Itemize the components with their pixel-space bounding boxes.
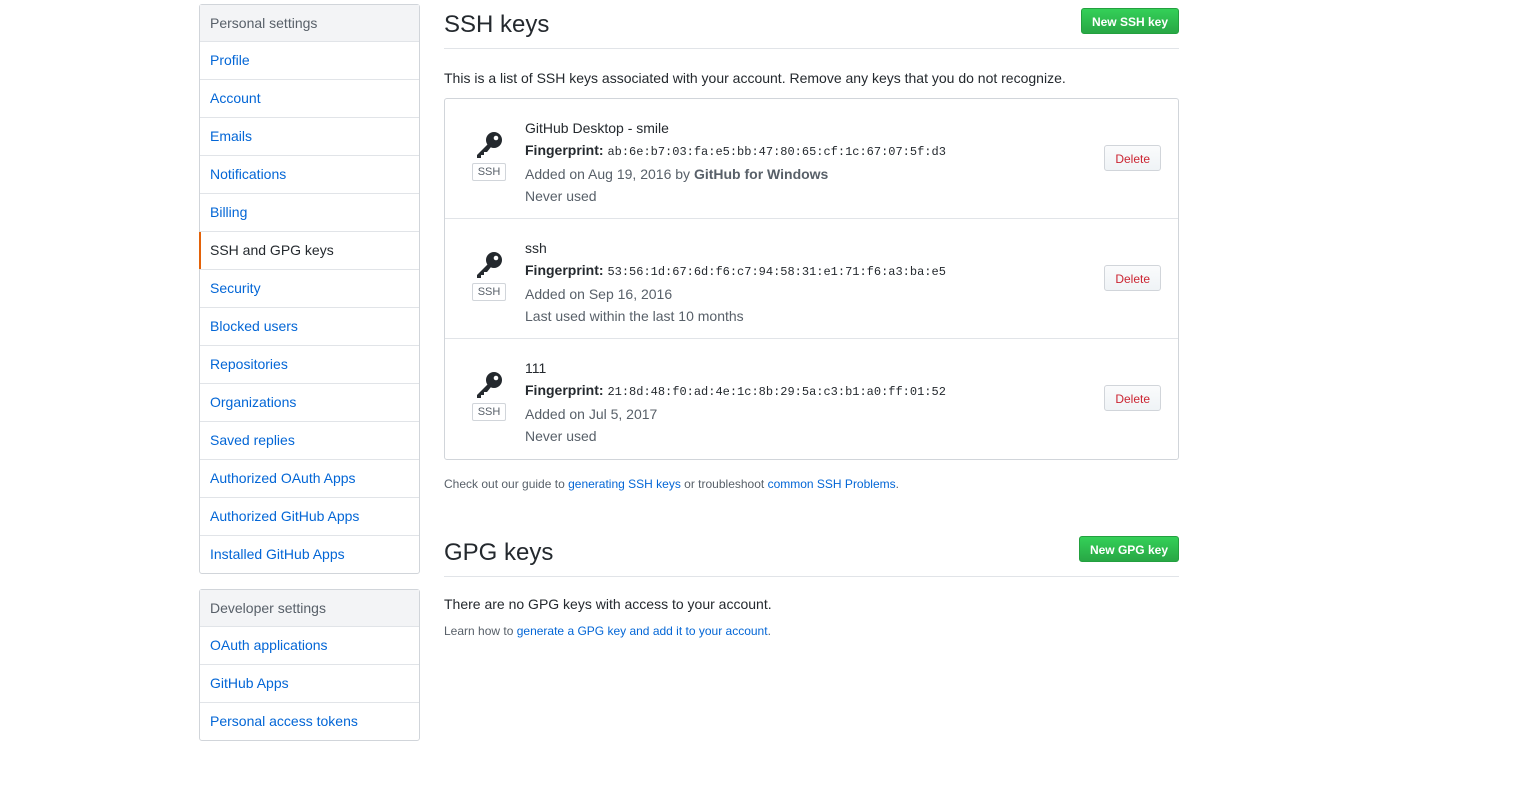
- key-icon: [477, 252, 502, 278]
- sidebar-item-saved-replies[interactable]: Saved replies: [200, 422, 419, 460]
- sidebar-item-ssh-gpg-keys[interactable]: SSH and GPG keys: [199, 232, 419, 270]
- ssh-key-added: Added on Jul 5, 2017: [525, 403, 946, 425]
- ssh-badge: SSH: [471, 283, 507, 301]
- personal-settings-heading: Personal settings: [200, 5, 419, 42]
- gpg-help-suffix: .: [767, 624, 771, 638]
- key-icon-wrap: SSH: [471, 131, 507, 181]
- ssh-keys-intro: This is a list of SSH keys associated wi…: [444, 70, 1066, 86]
- ssh-key-info: 111 Fingerprint: 21:8d:48:f0:ad:4e:1c:8b…: [525, 357, 946, 447]
- key-icon: [477, 372, 502, 398]
- sidebar-item-installed-github-apps[interactable]: Installed GitHub Apps: [200, 536, 419, 573]
- added-by: GitHub for Windows: [693, 166, 829, 182]
- key-icon-wrap: SSH: [471, 251, 507, 301]
- ssh-key-fingerprint: Fingerprint: ab:6e:b7:03:fa:e5:bb:47:80:…: [525, 139, 946, 163]
- ssh-key-title: 111: [525, 360, 547, 376]
- added-date: Added on Jul 5, 2017: [525, 406, 658, 422]
- sidebar-item-emails[interactable]: Emails: [200, 118, 419, 156]
- fingerprint-value: ab:6e:b7:03:fa:e5:bb:47:80:65:cf:1c:67:0…: [607, 145, 946, 159]
- ssh-keys-section: SSH keys New SSH key This is a list of S…: [444, 5, 1179, 491]
- developer-settings-menu: Developer settings OAuth applications Gi…: [199, 589, 420, 741]
- ssh-help-middle: or troubleshoot: [684, 477, 765, 491]
- ssh-key-list: SSH GitHub Desktop - smile Fingerprint: …: [444, 98, 1179, 460]
- delete-ssh-key-button[interactable]: Delete: [1104, 385, 1161, 411]
- sidebar-item-security[interactable]: Security: [200, 270, 419, 308]
- new-ssh-key-button[interactable]: New SSH key: [1080, 8, 1179, 34]
- ssh-key-usage: Never used: [525, 428, 597, 444]
- gpg-keys-section: GPG keys New GPG key There are no GPG ke…: [444, 533, 1179, 650]
- sidebar-item-github-apps[interactable]: GitHub Apps: [200, 665, 419, 703]
- sidebar-item-authorized-github-apps[interactable]: Authorized GitHub Apps: [200, 498, 419, 536]
- sidebar-item-organizations[interactable]: Organizations: [200, 384, 419, 422]
- fingerprint-label: Fingerprint:: [525, 142, 604, 158]
- ssh-help-prefix: Check out our guide to: [444, 477, 565, 491]
- gpg-help-note: Learn how to generate a GPG key and add …: [444, 624, 1179, 638]
- ssh-key-usage: Never used: [525, 188, 597, 204]
- ssh-keys-subhead: SSH keys New SSH key: [444, 5, 1179, 49]
- sidebar-item-repositories[interactable]: Repositories: [200, 346, 419, 384]
- sidebar-item-blocked-users[interactable]: Blocked users: [200, 308, 419, 346]
- gpg-empty-message: There are no GPG keys with access to you…: [444, 596, 772, 612]
- ssh-key-row: SSH ssh Fingerprint: 53:56:1d:67:6d:f6:c…: [445, 219, 1178, 339]
- added-date: Added on Sep 16, 2016: [525, 286, 673, 302]
- ssh-badge: SSH: [471, 163, 507, 181]
- ssh-key-usage: Last used within the last 10 months: [525, 308, 744, 324]
- added-date: Added on Aug 19, 2016 by: [525, 166, 691, 182]
- ssh-key-added: Added on Sep 16, 2016: [525, 283, 946, 305]
- key-icon: [477, 132, 502, 158]
- fingerprint-value: 53:56:1d:67:6d:f6:c7:94:58:31:e1:71:f6:a…: [607, 265, 946, 279]
- ssh-key-row: SSH GitHub Desktop - smile Fingerprint: …: [445, 99, 1178, 219]
- fingerprint-label: Fingerprint:: [525, 262, 604, 278]
- ssh-help-suffix: .: [895, 477, 899, 491]
- ssh-key-info: ssh Fingerprint: 53:56:1d:67:6d:f6:c7:94…: [525, 237, 946, 327]
- generate-gpg-key-link[interactable]: generate a GPG key and add it to your ac…: [517, 624, 768, 638]
- gpg-help-prefix: Learn how to: [444, 624, 514, 638]
- key-icon-wrap: SSH: [471, 371, 507, 421]
- ssh-key-title: GitHub Desktop - smile: [525, 120, 669, 136]
- sidebar-item-account[interactable]: Account: [200, 80, 419, 118]
- generating-ssh-keys-link[interactable]: generating SSH keys: [568, 477, 681, 491]
- gpg-keys-title: GPG keys: [444, 539, 554, 566]
- ssh-key-title: ssh: [525, 240, 547, 256]
- sidebar-item-oauth-applications[interactable]: OAuth applications: [200, 627, 419, 665]
- ssh-help-note: Check out our guide to generating SSH ke…: [444, 477, 1179, 491]
- ssh-keys-title: SSH keys: [444, 11, 550, 38]
- sidebar-item-profile[interactable]: Profile: [200, 42, 419, 80]
- ssh-key-added: Added on Aug 19, 2016 by GitHub for Wind…: [525, 163, 946, 185]
- gpg-keys-subhead: GPG keys New GPG key: [444, 533, 1179, 577]
- sidebar-item-billing[interactable]: Billing: [200, 194, 419, 232]
- fingerprint-value: 21:8d:48:f0:ad:4e:1c:8b:29:5a:c3:b1:a0:f…: [607, 385, 946, 399]
- ssh-key-fingerprint: Fingerprint: 21:8d:48:f0:ad:4e:1c:8b:29:…: [525, 379, 946, 403]
- new-gpg-key-button[interactable]: New GPG key: [1078, 536, 1179, 562]
- sidebar-item-authorized-oauth-apps[interactable]: Authorized OAuth Apps: [200, 460, 419, 498]
- ssh-badge: SSH: [471, 403, 507, 421]
- delete-ssh-key-button[interactable]: Delete: [1104, 145, 1161, 171]
- delete-ssh-key-button[interactable]: Delete: [1104, 265, 1161, 291]
- sidebar-item-personal-access-tokens[interactable]: Personal access tokens: [200, 703, 419, 740]
- personal-settings-menu: Personal settings Profile Account Emails…: [199, 4, 420, 574]
- ssh-key-info: GitHub Desktop - smile Fingerprint: ab:6…: [525, 117, 946, 207]
- ssh-key-fingerprint: Fingerprint: 53:56:1d:67:6d:f6:c7:94:58:…: [525, 259, 946, 283]
- common-ssh-problems-link[interactable]: common SSH Problems: [768, 477, 896, 491]
- developer-settings-heading: Developer settings: [200, 590, 419, 627]
- ssh-key-row: SSH 111 Fingerprint: 21:8d:48:f0:ad:4e:1…: [445, 339, 1178, 459]
- fingerprint-label: Fingerprint:: [525, 382, 604, 398]
- sidebar-item-notifications[interactable]: Notifications: [200, 156, 419, 194]
